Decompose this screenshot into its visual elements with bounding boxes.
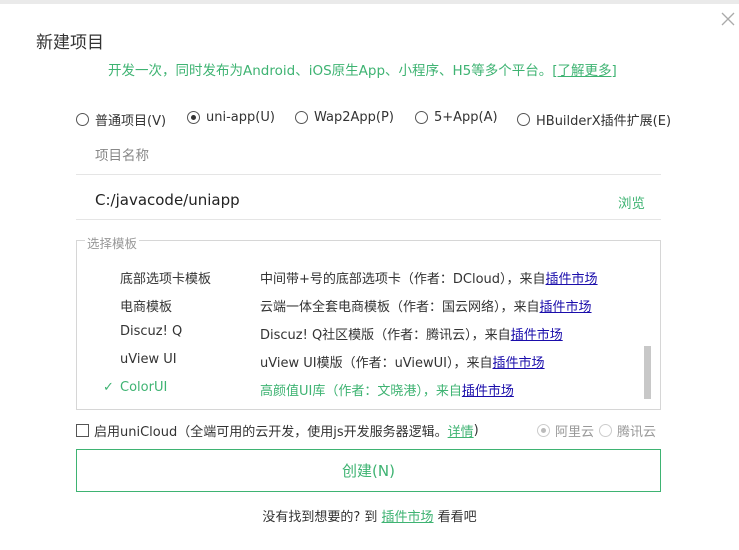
unicloud-close-paren: )	[473, 423, 479, 438]
radio-circle[interactable]	[599, 424, 612, 437]
template-name: uView UI	[120, 352, 177, 367]
project-path-field: 浏览	[76, 180, 661, 220]
checkmark-icon: ✓	[103, 380, 114, 395]
radio-circle[interactable]	[415, 111, 428, 124]
radio-label: HBuilderX插件扩展(E)	[536, 114, 672, 129]
subtitle-text: 开发一次，同时发布为Android、iOS原生App、小程序、H5等多个平台。	[108, 63, 553, 79]
radio-label: 阿里云	[555, 425, 595, 440]
radio-aliyun[interactable]: 阿里云	[537, 421, 594, 440]
learn-more-link[interactable]: [了解更多]	[552, 63, 617, 79]
radio-5plus-app[interactable]: 5+App(A)	[415, 110, 498, 125]
plugin-market-link[interactable]: 插件市场	[540, 300, 592, 315]
project-type-group: 普通项目(V) uni-app(U) Wap2App(P) 5+App(A) H…	[76, 110, 676, 130]
template-desc-text: 高颜值UI库（作者：文晓港），来自	[260, 384, 462, 399]
radio-hbuilderx-plugin[interactable]: HBuilderX插件扩展(E)	[517, 110, 671, 129]
dialog-subtitle: 开发一次，同时发布为Android、iOS原生App、小程序、H5等多个平台。[…	[108, 59, 617, 79]
top-border	[0, 0, 739, 4]
template-name: 电商模板	[120, 300, 173, 315]
plugin-market-link[interactable]: 插件市场	[462, 384, 514, 399]
project-path-input[interactable]	[76, 180, 576, 220]
plugin-market-link[interactable]: 插件市场	[511, 328, 563, 343]
template-desc-text: Discuz! Q社区模版（作者：腾讯云），来自	[260, 328, 511, 343]
footer-plugin-market-link[interactable]: 插件市场	[382, 510, 434, 525]
unicloud-label: 启用uniCloud（全端可用的云开发，使用js开发服务器逻辑。	[94, 425, 448, 440]
template-desc: uView UI模版（作者：uViewUI），来自插件市场	[260, 352, 545, 371]
radio-uni-app[interactable]: uni-app(U)	[187, 110, 275, 125]
footer-text-after: 看看吧	[437, 510, 477, 525]
dialog-title: 新建项目	[36, 33, 104, 53]
template-name: 底部选项卡模板	[120, 272, 212, 287]
template-desc: 高颜值UI库（作者：文晓港），来自插件市场	[260, 380, 514, 399]
radio-circle[interactable]	[517, 113, 530, 126]
template-item[interactable]: Discuz! Q Discuz! Q社区模版（作者：腾讯云），来自插件市场	[77, 324, 647, 346]
project-name-input[interactable]	[76, 138, 576, 174]
radio-circle[interactable]	[187, 111, 200, 124]
template-scrollbar[interactable]	[644, 346, 651, 399]
template-list: 选择模板 底部选项卡模板 中间带+号的底部选项卡（作者：DCloud），来自插件…	[76, 233, 661, 410]
radio-circle[interactable]	[537, 424, 550, 437]
template-item-selected[interactable]: ✓ ColorUI 高颜值UI库（作者：文晓港），来自插件市场	[77, 380, 647, 402]
template-legend: 选择模板	[85, 233, 140, 252]
browse-button[interactable]: 浏览	[618, 192, 645, 212]
create-button[interactable]: 创建(N)	[76, 449, 661, 492]
template-desc-text: 云端一体全套电商模板（作者：国云网络），来自	[260, 300, 540, 315]
radio-label: uni-app(U)	[206, 110, 275, 125]
unicloud-option: 启用uniCloud（全端可用的云开发，使用js开发服务器逻辑。 详情)	[76, 421, 479, 440]
template-desc: 云端一体全套电商模板（作者：国云网络），来自插件市场	[260, 296, 592, 315]
close-icon[interactable]	[719, 10, 737, 28]
template-name: Discuz! Q	[120, 324, 183, 339]
radio-label: Wap2App(P)	[314, 110, 394, 125]
radio-tencent-cloud[interactable]: 腾讯云	[599, 421, 656, 440]
unicloud-checkbox[interactable]	[76, 424, 89, 437]
template-item[interactable]: 底部选项卡模板 中间带+号的底部选项卡（作者：DCloud），来自插件市场	[77, 268, 647, 290]
template-desc-text: uView UI模版（作者：uViewUI），来自	[260, 356, 493, 371]
plugin-market-link[interactable]: 插件市场	[546, 272, 598, 287]
radio-label: 5+App(A)	[434, 110, 498, 125]
project-name-field	[76, 138, 661, 175]
radio-normal-project[interactable]: 普通项目(V)	[76, 110, 166, 129]
radio-label: 普通项目(V)	[95, 114, 167, 129]
template-desc: 中间带+号的底部选项卡（作者：DCloud），来自插件市场	[260, 268, 598, 287]
radio-circle[interactable]	[295, 111, 308, 124]
unicloud-detail-link[interactable]: 详情	[448, 421, 474, 440]
template-desc-text: 中间带+号的底部选项卡（作者：DCloud），来自	[260, 272, 546, 287]
radio-wap2app[interactable]: Wap2App(P)	[295, 110, 394, 125]
footer-hint: 没有找到想要的? 到 插件市场 看看吧	[0, 506, 739, 525]
radio-circle[interactable]	[76, 113, 89, 126]
template-desc: Discuz! Q社区模版（作者：腾讯云），来自插件市场	[260, 324, 563, 343]
radio-label: 腾讯云	[617, 425, 657, 440]
template-item[interactable]: 电商模板 云端一体全套电商模板（作者：国云网络），来自插件市场	[77, 296, 647, 318]
template-item[interactable]: uView UI uView UI模版（作者：uViewUI），来自插件市场	[77, 352, 647, 374]
footer-text: 没有找到想要的? 到	[262, 510, 378, 525]
plugin-market-link[interactable]: 插件市场	[493, 356, 545, 371]
template-name: ColorUI	[120, 380, 168, 395]
